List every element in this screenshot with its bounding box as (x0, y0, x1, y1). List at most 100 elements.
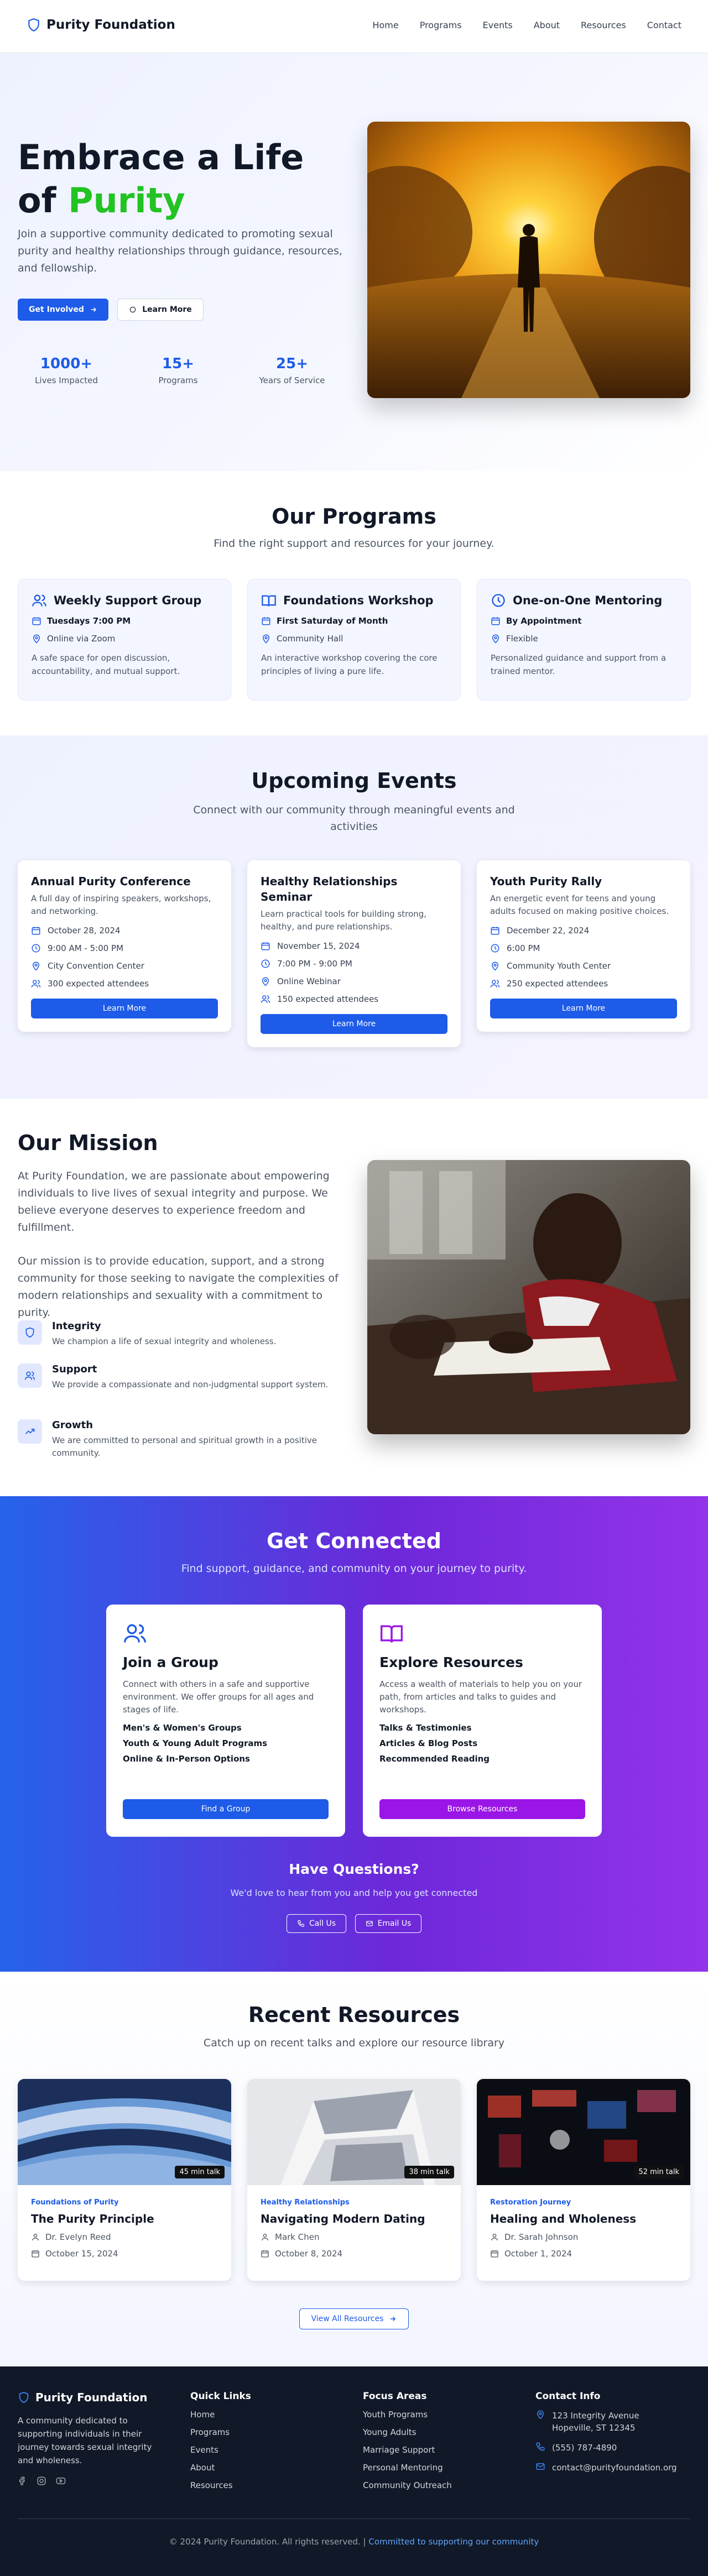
event-attendees: 300 expected attendees (48, 979, 149, 989)
users-icon (124, 1624, 146, 1643)
event-learn-more-button[interactable]: Learn More (490, 999, 677, 1018)
event-title: Annual Purity Conference (31, 875, 191, 888)
focus-link[interactable]: Personal Mentoring (363, 2463, 452, 2473)
footer-link[interactable]: Events (190, 2445, 251, 2455)
phone-icon (298, 1920, 304, 1927)
resource-title: Healing and Wholeness (490, 2212, 637, 2225)
resource-author: Dr. Evelyn Reed (45, 2232, 111, 2242)
footer-brand-column: Purity Foundation A community dedicated … (18, 2391, 167, 2486)
users-icon (490, 980, 500, 987)
value-desc: We provide a compassionate and non-judgm… (52, 1380, 329, 1389)
map-pin-icon (262, 977, 269, 986)
browse-resources-button[interactable]: Browse Resources (379, 1799, 585, 1819)
event-title: Youth Purity Rally (490, 875, 602, 888)
focus-link[interactable]: Youth Programs (363, 2410, 452, 2420)
call-us-button[interactable]: Call Us (287, 1914, 346, 1933)
value-support: Support We provide a compassionate and no… (18, 1363, 350, 1391)
mission-paragraph-2: Our mission is to provide education, sup… (18, 1255, 339, 1319)
mission-image-student-writing (367, 1160, 690, 1434)
brand-logo[interactable]: Purity Foundation (27, 17, 175, 33)
youtube-icon[interactable] (55, 2476, 66, 2486)
instagram-icon[interactable] (37, 2476, 46, 2486)
value-title: Integrity (52, 1320, 101, 1332)
nav-link-events[interactable]: Events (483, 20, 513, 30)
event-date: December 22, 2024 (507, 926, 590, 936)
card-list-item: Men's & Women's Groups (123, 1723, 242, 1733)
event-learn-more-button[interactable]: Learn More (31, 999, 218, 1018)
program-title: Foundations Workshop (283, 594, 434, 607)
value-growth: Growth We are committed to personal and s… (18, 1419, 350, 1460)
hero-title: Embrace a Life of Purity (18, 136, 361, 222)
clock-icon (492, 594, 505, 607)
program-card[interactable]: Foundations Workshop First Saturday of M… (247, 579, 461, 701)
event-date: October 28, 2024 (48, 926, 121, 936)
contact-phone[interactable]: (555) 787-4890 (535, 2442, 677, 2454)
clock-icon (491, 944, 499, 953)
contact-email[interactable]: contact@purityfoundation.org (535, 2462, 677, 2474)
resources-title: Recent Resources (248, 2003, 460, 2027)
program-card[interactable]: One-on-One Mentoring By Appointment Flex… (477, 579, 690, 701)
map-pin-icon (491, 962, 499, 971)
map-pin-icon (32, 962, 40, 971)
brand-name: Purity Foundation (46, 18, 175, 32)
footer-link[interactable]: Programs (190, 2427, 251, 2437)
nav-link-resources[interactable]: Resources (581, 20, 626, 30)
resource-card[interactable]: 38 min talk Healthy Relationships Naviga… (247, 2079, 461, 2281)
view-all-resources-button[interactable]: View All Resources (299, 2308, 409, 2329)
map-pin-icon (537, 2410, 544, 2420)
focus-link[interactable]: Young Adults (363, 2427, 452, 2437)
trending-up-icon (25, 1429, 35, 1434)
footer-link[interactable]: Resources (190, 2480, 251, 2490)
focus-link[interactable]: Marriage Support (363, 2445, 452, 2455)
resource-card[interactable]: 45 min talk Foundations of Purity The Pu… (18, 2079, 231, 2281)
nav-link-home[interactable]: Home (372, 20, 398, 30)
hero-image-sunrise-walker (367, 122, 690, 398)
stat-label: Lives Impacted (35, 375, 98, 385)
resource-category: Foundations of Purity (31, 2198, 119, 2207)
footer-link[interactable]: Home (190, 2410, 251, 2420)
get-involved-button[interactable]: Get Involved (18, 299, 108, 321)
programs-title: Our Programs (272, 504, 436, 529)
card-desc: Connect with others in a safe and suppor… (123, 1679, 314, 1715)
footer-brand[interactable]: Purity Foundation (18, 2391, 167, 2404)
address-line-1: 123 Integrity Avenue (552, 2411, 639, 2421)
stat-label: Years of Service (259, 375, 325, 385)
calendar-icon (32, 617, 41, 625)
resource-image-building: 38 min talk (247, 2079, 461, 2185)
program-title: One-on-One Mentoring (513, 594, 663, 607)
program-card[interactable]: Weekly Support Group Tuesdays 7:00 PM On… (18, 579, 231, 701)
event-location: City Convention Center (48, 961, 144, 971)
learn-more-button[interactable]: Learn More (117, 299, 204, 321)
focus-link[interactable]: Community Outreach (363, 2480, 452, 2490)
resource-date: October 1, 2024 (504, 2249, 572, 2259)
nav-link-about[interactable]: About (534, 20, 560, 30)
nav-link-contact[interactable]: Contact (647, 20, 681, 30)
find-group-button[interactable]: Find a Group (123, 1799, 329, 1819)
duration-badge: 45 min talk (175, 2166, 225, 2178)
footer-divider (18, 2518, 690, 2519)
address-line-2: Hopeville, ST 12345 (552, 2423, 636, 2433)
email-us-button[interactable]: Email Us (355, 1914, 421, 1933)
resource-card[interactable]: 52 min talk Restoration Journey Healing … (477, 2079, 690, 2281)
heart-icon (129, 306, 136, 313)
nav-link-programs[interactable]: Programs (420, 20, 462, 30)
calendar-icon (491, 927, 499, 935)
footer-link[interactable]: About (190, 2463, 251, 2473)
events-title: Upcoming Events (251, 769, 457, 793)
facebook-icon[interactable] (18, 2476, 28, 2486)
event-learn-more-button[interactable]: Learn More (261, 1014, 447, 1034)
connect-subtitle: Find support, guidance, and community on… (181, 1563, 527, 1575)
stat-label: Programs (158, 375, 198, 385)
footer-bottom: © 2024 Purity Foundation. All rights res… (0, 2537, 708, 2547)
event-desc: An energetic event for teens and young a… (490, 893, 669, 916)
clock-icon (32, 944, 40, 953)
shield-icon (28, 18, 39, 32)
shield-icon (19, 2391, 29, 2403)
program-when: By Appointment (506, 616, 582, 626)
resource-author: Dr. Sarah Johnson (504, 2232, 579, 2242)
value-integrity: Integrity We champion a life of sexual in… (18, 1320, 350, 1348)
resource-title: Navigating Modern Dating (261, 2212, 425, 2225)
resource-image-night-city: 52 min talk (477, 2079, 690, 2185)
arrow-right-icon (91, 307, 97, 312)
stat-value: 15+ (162, 356, 194, 372)
